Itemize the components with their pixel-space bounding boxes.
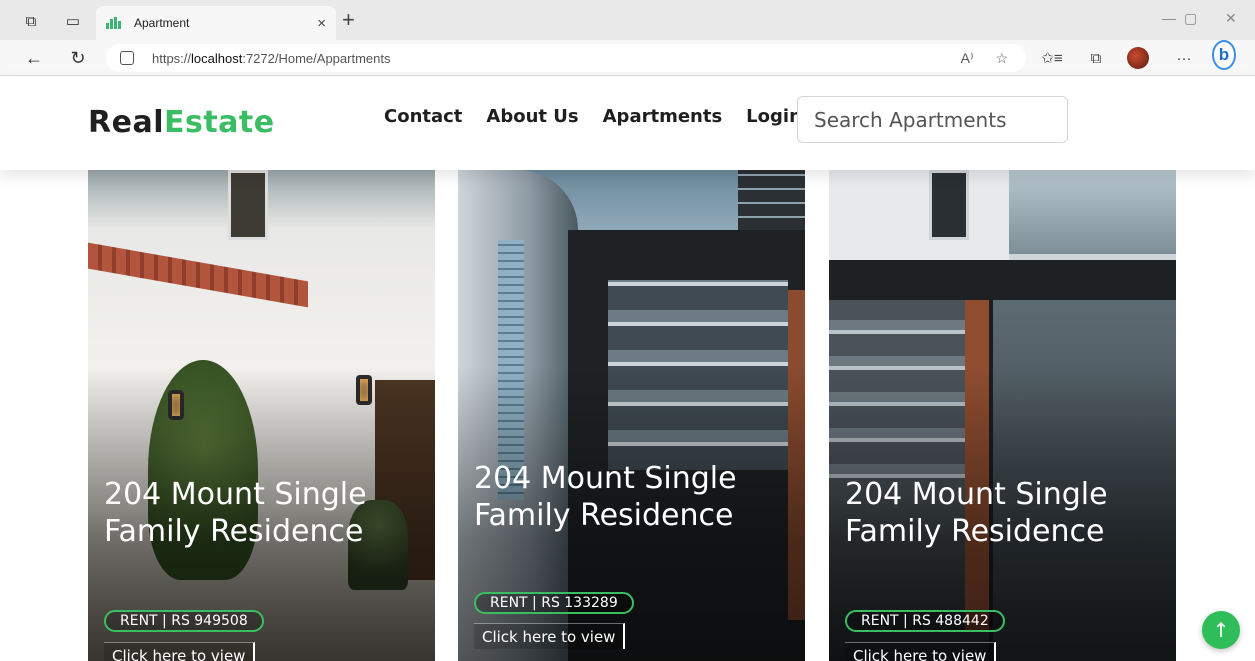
logo-primary-text: Real [88, 105, 164, 140]
search-input[interactable] [797, 96, 1068, 143]
apartment-card[interactable]: 204 Mount Single Family Residence RENT |… [458, 170, 805, 661]
tab-close-icon[interactable]: × [317, 15, 326, 32]
apartment-card[interactable]: 204 Mount Single Family Residence RENT |… [829, 170, 1176, 661]
refresh-icon[interactable]: ↻ [66, 46, 90, 70]
url-input[interactable]: https://localhost:7272/Home/Appartments … [106, 44, 1026, 72]
site-header: RealEstate Contact About Us Apartments L… [0, 77, 1255, 170]
read-aloud-icon[interactable]: A⁾ [961, 50, 974, 67]
site-favicon-icon [106, 17, 124, 29]
browser-tab-bar: ⧉ ▭ Apartment × + — ▢ ✕ [0, 0, 1255, 40]
nav-login[interactable]: Login [746, 106, 802, 127]
view-details-link[interactable]: Click here to view [474, 623, 626, 649]
card-title: 204 Mount Single Family Residence [845, 477, 1108, 549]
tab-actions-icon[interactable]: ⧉ [18, 8, 44, 34]
card-title: 204 Mount Single Family Residence [474, 461, 737, 533]
price-badge: RENT | RS 949508 [104, 610, 264, 632]
price-badge: RENT | RS 488442 [845, 610, 1005, 632]
url-prefix: https:// [152, 50, 192, 66]
nav-contact[interactable]: Contact [384, 106, 462, 127]
card-title: 204 Mount Single Family Residence [104, 477, 367, 549]
nav-apartments[interactable]: Apartments [603, 106, 723, 127]
apartment-card[interactable]: 204 Mount Single Family Residence RENT |… [88, 170, 435, 661]
tab-title: Apartment [134, 16, 190, 30]
bing-copilot-icon[interactable]: b [1212, 40, 1236, 70]
collections-icon[interactable]: ⧉ [1084, 46, 1108, 70]
site-info-icon[interactable] [120, 51, 134, 65]
url-path: :7272/Home/Appartments [242, 50, 391, 66]
price-badge: RENT | RS 133289 [474, 592, 634, 614]
view-details-link[interactable]: Click here to view [845, 642, 997, 661]
window-close-icon[interactable]: ✕ [1225, 10, 1237, 27]
vertical-tabs-icon[interactable]: ▭ [60, 8, 86, 34]
address-bar-row: ← ↻ https://localhost:7272/Home/Appartme… [0, 40, 1255, 76]
back-icon[interactable]: ← [22, 46, 46, 70]
url-host: localhost [191, 50, 243, 66]
arrow-up-icon: ↑ [1212, 618, 1230, 642]
view-details-link[interactable]: Click here to view [104, 642, 256, 661]
restore-icon[interactable]: ▢ [1184, 10, 1197, 27]
site-logo[interactable]: RealEstate [88, 105, 275, 140]
new-tab-button[interactable]: + [342, 8, 355, 32]
scroll-to-top-button[interactable]: ↑ [1202, 611, 1240, 649]
favorite-star-icon[interactable]: ☆ [995, 50, 1008, 67]
main-nav: Contact About Us Apartments Login [384, 106, 802, 127]
avatar [1127, 47, 1149, 69]
nav-about-us[interactable]: About Us [486, 106, 578, 127]
browser-tab[interactable]: Apartment × [96, 6, 336, 40]
logo-accent-text: Estate [163, 105, 275, 140]
more-menu-icon[interactable]: ··· [1172, 46, 1196, 70]
minimize-icon[interactable]: — [1162, 10, 1176, 26]
favorites-icon[interactable]: ✩≡ [1040, 46, 1064, 70]
profile-avatar[interactable] [1126, 46, 1150, 70]
